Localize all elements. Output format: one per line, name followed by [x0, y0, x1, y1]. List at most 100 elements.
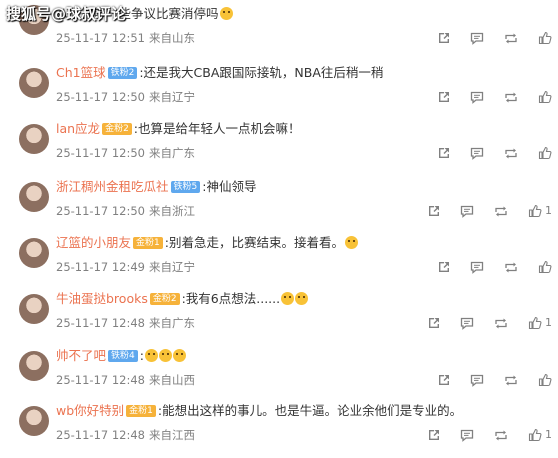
comment-meta: 25-11-17 12:49 来自辽宁	[56, 259, 195, 275]
comment-actions	[416, 145, 552, 161]
comment-actions	[416, 30, 552, 46]
like-button[interactable]	[538, 31, 552, 45]
share-icon[interactable]	[426, 204, 440, 218]
comment-actions: 1	[406, 315, 552, 331]
comment-time: 25-11-17 12:48	[56, 316, 145, 330]
comment-item: 辽篮的小朋友 金粉1:别着急走，比赛结束。接着看。 25-11-17 12:49 来自…	[0, 234, 558, 290]
repost-icon[interactable]	[504, 260, 518, 274]
comment-time: 25-11-17 12:50	[56, 204, 145, 218]
comment-item: wb你好特别 金粉1:能想出这样的事儿。也是牛逼。论业余他们是专业的。 25-11-…	[0, 402, 558, 458]
comment-time: 25-11-17 12:50	[56, 146, 145, 160]
comment-text: :能想出这样的事儿。也是牛逼。论业余他们是专业的。	[157, 403, 463, 418]
like-button[interactable]	[538, 260, 552, 274]
share-icon[interactable]	[436, 90, 450, 104]
avatar[interactable]	[19, 406, 49, 436]
fan-badge: 铁粉5	[170, 181, 201, 193]
comment-line: wb你好特别 金粉1:能想出这样的事儿。也是牛逼。论业余他们是专业的。	[56, 402, 462, 420]
emoji-icon	[295, 292, 309, 305]
like-count: 1	[545, 428, 552, 441]
comment-line: lan应龙 金粉2:也算是给年轻人一点机会嘛！	[56, 120, 301, 138]
repost-icon[interactable]	[494, 316, 508, 330]
like-button[interactable]	[538, 146, 552, 160]
fan-badge: 铁粉4	[108, 350, 138, 362]
comment-line: 浙江稠州金租吃瓜社 铁粉5:神仙领导	[56, 178, 256, 196]
avatar[interactable]	[19, 238, 49, 268]
share-icon[interactable]	[436, 373, 450, 387]
comment-time: 25-11-17 12:48	[56, 428, 145, 442]
fan-badge: 金粉1	[133, 237, 163, 249]
like-count: 1	[545, 316, 552, 329]
comment-meta: 25-11-17 12:50 来自浙江	[56, 203, 195, 219]
reply-icon[interactable]	[470, 146, 484, 160]
comment-time: 25-11-17 12:50	[56, 90, 145, 104]
comment-location: 来自浙江	[149, 204, 195, 218]
repost-icon[interactable]	[504, 31, 518, 45]
reply-icon[interactable]	[460, 204, 474, 218]
comment-username[interactable]: 浙江稠州金租吃瓜社	[56, 179, 169, 194]
comment-actions: 1	[406, 427, 552, 443]
comment-actions	[416, 89, 552, 105]
fan-badge: 金粉1	[126, 405, 156, 417]
comment-meta: 25-11-17 12:48 来自江西	[56, 427, 195, 443]
comment-meta: 25-11-17 12:48 来自山西	[56, 372, 195, 388]
emoji-icon	[172, 349, 186, 362]
comment-username[interactable]: Ch1篮球	[56, 65, 106, 80]
comment-actions: 1	[406, 203, 552, 219]
avatar[interactable]	[19, 294, 49, 324]
comment-username[interactable]: lan应龙	[56, 121, 100, 136]
comment-location: 来自江西	[149, 428, 195, 442]
comment-item: 帅不了吧 铁粉4: 25-11-17 12:48 来自山西	[0, 347, 558, 403]
avatar[interactable]	[19, 182, 49, 212]
emoji-icon	[281, 292, 295, 305]
comment-line: 帅不了吧 铁粉4:	[56, 347, 186, 365]
comment-text: :	[139, 348, 144, 363]
reply-icon[interactable]	[470, 373, 484, 387]
comment-text: :别着急走，比赛结束。接着看。	[164, 235, 344, 250]
comment-meta: 25-11-17 12:51 来自山东	[56, 30, 195, 46]
like-count: 1	[545, 204, 552, 217]
avatar[interactable]	[19, 124, 49, 154]
avatar[interactable]	[19, 351, 49, 381]
comment-time: 25-11-17 12:48	[56, 373, 145, 387]
share-icon[interactable]	[436, 146, 450, 160]
comment-location: 来自广东	[149, 316, 195, 330]
reply-icon[interactable]	[460, 316, 474, 330]
comment-username[interactable]: 辽篮的小朋友	[56, 235, 131, 250]
reply-icon[interactable]	[460, 428, 474, 442]
like-button[interactable]	[528, 204, 542, 218]
emoji-icon	[144, 349, 158, 362]
reply-icon[interactable]	[470, 90, 484, 104]
share-icon[interactable]	[426, 316, 440, 330]
comment-username[interactable]: 牛油蛋挞brooks	[56, 291, 148, 306]
comment-location: 来自广东	[149, 146, 195, 160]
repost-icon[interactable]	[494, 204, 508, 218]
comment-location: 来自辽宁	[149, 90, 195, 104]
like-button[interactable]	[538, 373, 552, 387]
repost-icon[interactable]	[494, 428, 508, 442]
comment-time: 25-11-17 12:49	[56, 260, 145, 274]
repost-icon[interactable]	[504, 90, 518, 104]
comment-line: 牛油蛋挞brooks 金粉2:我有6点想法......	[56, 290, 309, 308]
comment-time: 25-11-17 12:51	[56, 31, 145, 45]
comment-actions	[416, 372, 552, 388]
reply-icon[interactable]	[470, 31, 484, 45]
comment-line: 辽篮的小朋友 金粉1:别着急走，比赛结束。接着看。	[56, 234, 358, 252]
fan-badge: 金粉2	[102, 123, 132, 135]
comment-text: :我有6点想法......	[181, 291, 281, 306]
like-button[interactable]	[528, 316, 542, 330]
like-button[interactable]	[528, 428, 542, 442]
share-icon[interactable]	[426, 428, 440, 442]
comment-text: :神仙领导	[202, 179, 257, 194]
comment-username[interactable]: 帅不了吧	[56, 348, 106, 363]
share-icon[interactable]	[436, 260, 450, 274]
comment-username[interactable]: wb你好特别	[56, 403, 124, 418]
repost-icon[interactable]	[504, 373, 518, 387]
like-button[interactable]	[538, 90, 552, 104]
comment-location: 来自辽宁	[149, 260, 195, 274]
comment-item: 牛油蛋挞brooks 金粉2:我有6点想法...... 25-11-17 12:48…	[0, 290, 558, 346]
reply-icon[interactable]	[470, 260, 484, 274]
repost-icon[interactable]	[504, 146, 518, 160]
share-icon[interactable]	[436, 31, 450, 45]
comment-meta: 25-11-17 12:50 来自辽宁	[56, 89, 195, 105]
avatar[interactable]	[19, 68, 49, 98]
